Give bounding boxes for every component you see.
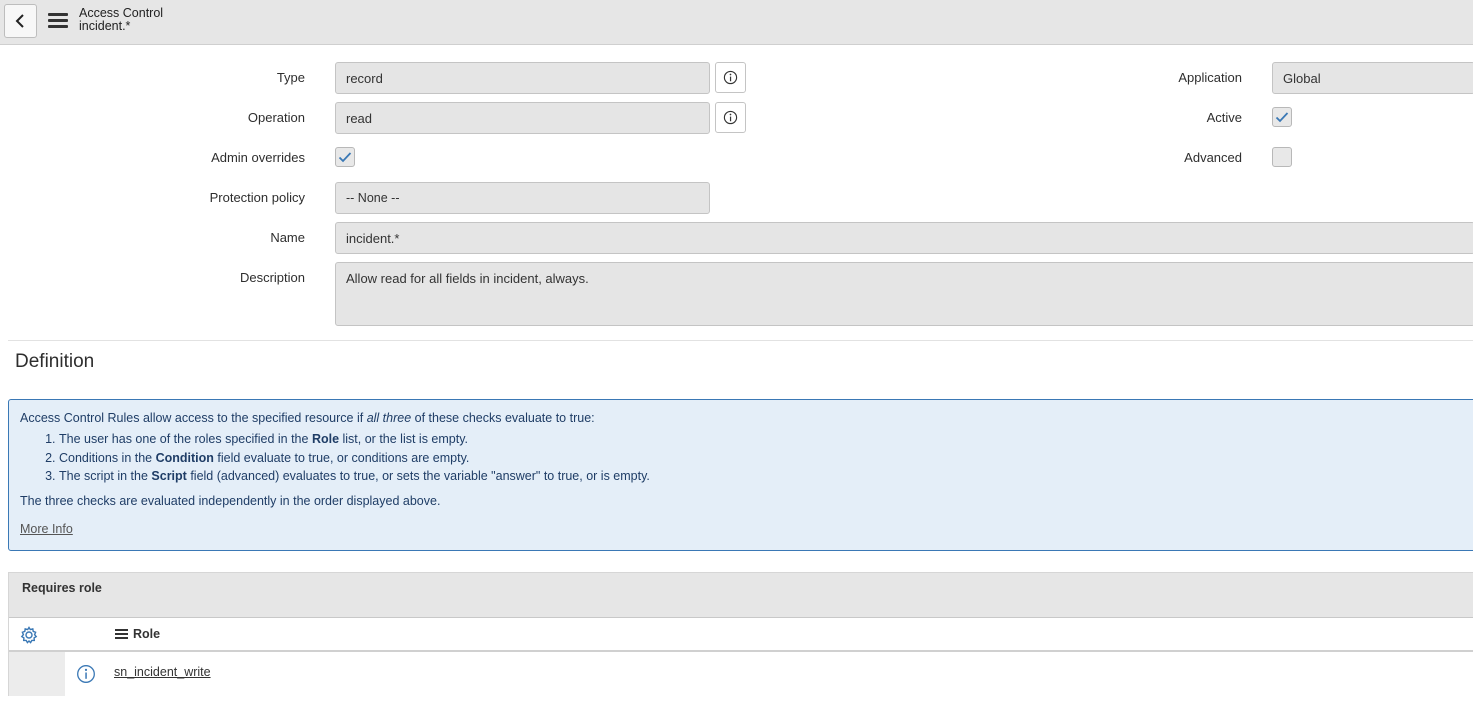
column-label: Role [133,627,161,641]
active-label: Active [1206,110,1242,125]
definition-checks-list: The user has one of the roles specified … [59,430,650,486]
definition-note: The three checks are evaluated independe… [20,494,441,508]
column-menu-icon[interactable] [115,627,128,641]
list-item: The user has one of the roles specified … [59,430,650,449]
info-icon [723,110,738,125]
table-row: sn_incident_write [9,652,1473,696]
gear-icon[interactable] [19,625,39,648]
protection-policy-label: Protection policy [209,190,305,205]
checkmark-icon [1275,112,1289,123]
related-list-title: Requires role [22,581,102,595]
role-link[interactable]: sn_incident_write [114,665,211,679]
definition-intro: Access Control Rules allow access to the… [20,411,595,425]
name-label: Name [270,230,305,245]
form-header: Access Control incident.* [0,0,1473,45]
application-label: Application [1178,70,1242,85]
column-header-role[interactable]: Role [115,627,160,641]
related-list-header: Requires role [9,573,1473,618]
info-icon[interactable] [76,664,96,687]
protection-policy-select[interactable]: -- None -- [335,182,710,214]
chevron-left-icon [15,14,24,28]
type-label: Type [276,70,305,85]
record-name: incident.* [79,19,131,33]
checkmark-icon [338,152,352,163]
table-header-row: Role [9,618,1473,652]
form-title: Access Control incident.* [79,7,163,33]
type-info-button[interactable] [715,62,746,93]
active-checkbox[interactable] [1272,107,1292,127]
operation-label: Operation [247,110,305,125]
operation-info-button[interactable] [715,102,746,133]
requires-role-list: Requires role Role sn_incident_write [8,572,1473,696]
info-icon [723,70,738,85]
name-field[interactable]: incident.* [335,222,1473,254]
advanced-label: Advanced [1184,150,1242,165]
application-field[interactable]: Global [1272,62,1473,94]
admin-overrides-label: Admin overrides [211,150,305,165]
back-button[interactable] [4,4,37,38]
list-item: Conditions in the Condition field evalua… [59,449,650,468]
type-field[interactable]: record [335,62,710,94]
operation-field[interactable]: read [335,102,710,134]
definition-section-title: Definition [15,351,95,372]
description-textarea[interactable]: Allow read for all fields in incident, a… [335,262,1473,326]
hamburger-menu-icon[interactable] [48,13,68,29]
section-divider [8,340,1473,341]
advanced-checkbox[interactable] [1272,147,1292,167]
row-selector[interactable] [9,652,65,696]
description-label: Description [239,270,305,285]
more-info-link[interactable]: More Info [20,522,73,536]
admin-overrides-checkbox[interactable] [335,147,355,167]
list-item: The script in the Script field (advanced… [59,467,650,486]
definition-info-box: Access Control Rules allow access to the… [8,399,1473,551]
